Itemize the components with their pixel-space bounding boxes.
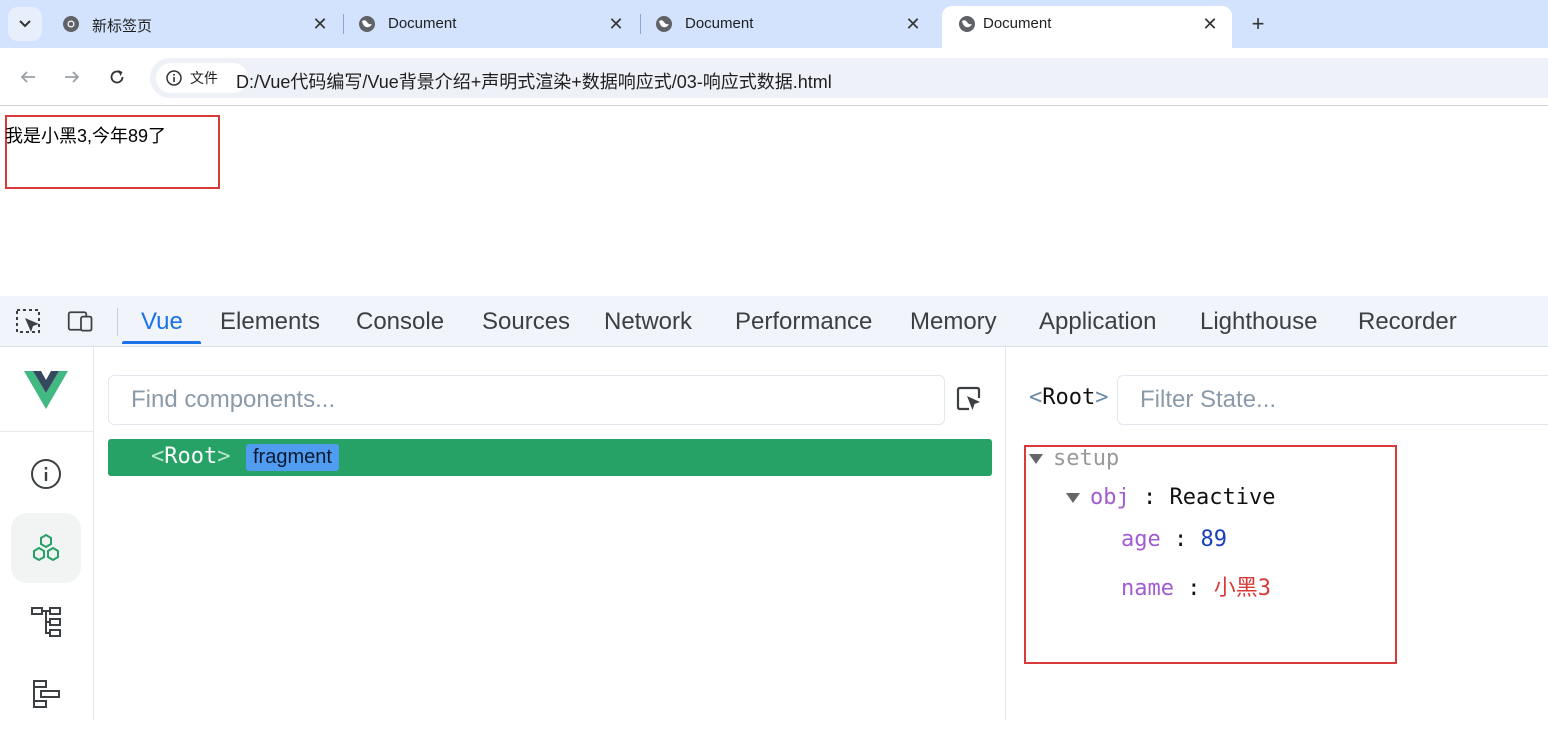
tab-search-button[interactable] <box>8 7 42 41</box>
back-button[interactable] <box>17 66 39 88</box>
state-section-setup[interactable]: setup <box>1029 446 1119 471</box>
inspect-element-icon[interactable] <box>15 308 43 334</box>
tab-performance[interactable]: Performance <box>735 308 872 336</box>
caret-down-icon <box>1029 454 1043 464</box>
sidebar-item-timeline[interactable] <box>11 659 81 729</box>
component-tree-row-root[interactable]: <Root> fragment <box>108 439 992 476</box>
tab-network[interactable]: Network <box>604 308 692 336</box>
close-icon[interactable]: ✕ <box>606 14 626 34</box>
filter-state-input[interactable] <box>1117 375 1548 425</box>
close-icon[interactable]: ✕ <box>903 14 923 34</box>
new-tab-button[interactable]: + <box>1246 11 1270 36</box>
timeline-icon <box>33 680 60 708</box>
sidebar-item-tree[interactable] <box>11 587 81 657</box>
address-bar[interactable]: 文件 D:/Vue代码编写/Vue背景介绍+声明式渲染+数据响应式/03-响应式… <box>150 58 1548 98</box>
caret-down-icon <box>1066 493 1080 503</box>
tab-vue[interactable]: Vue <box>141 308 183 336</box>
devtools-tabbar: Vue Elements Console Sources Network Per… <box>0 296 1548 347</box>
divider <box>0 431 94 432</box>
browser-tab-3[interactable]: Document ✕ <box>639 6 935 42</box>
tab-strip: 新标签页 ✕ Document ✕ Document ✕ Document ✕ … <box>0 0 1548 48</box>
tree-icon <box>31 607 61 637</box>
state-inspector-pane: <Root> setup obj : Reactive age : 89 nam… <box>1007 347 1548 720</box>
close-icon[interactable]: ✕ <box>1200 14 1220 34</box>
browser-tab-2[interactable]: Document ✕ <box>342 6 638 42</box>
component-name: <Root> <box>151 444 231 469</box>
arrow-left-icon <box>20 71 35 83</box>
sidebar-item-components[interactable] <box>11 513 81 583</box>
app-text: 我是小黑3,今年89了 <box>5 126 167 146</box>
close-icon[interactable]: ✕ <box>310 14 330 34</box>
url-text[interactable]: D:/Vue代码编写/Vue背景介绍+声明式渲染+数据响应式/03-响应式数据.… <box>236 68 832 94</box>
forward-button[interactable] <box>61 66 83 88</box>
chrome-icon <box>63 16 79 32</box>
reload-button[interactable] <box>106 66 128 88</box>
tab-console[interactable]: Console <box>356 308 444 336</box>
tab-title: Document <box>388 15 457 32</box>
state-row-obj[interactable]: obj : Reactive <box>1066 485 1275 510</box>
tab-application[interactable]: Application <box>1039 308 1156 336</box>
fragment-badge: fragment <box>246 444 339 471</box>
chevron-down-icon <box>19 20 31 28</box>
active-tab-underline <box>122 341 201 344</box>
tab-recorder[interactable]: Recorder <box>1358 308 1457 336</box>
arrow-right-icon <box>65 71 80 83</box>
tab-title: 新标签页 <box>92 18 153 35</box>
sidebar-item-overview[interactable] <box>11 439 81 509</box>
select-component-icon[interactable] <box>955 385 983 413</box>
device-toolbar-icon[interactable] <box>67 308 95 334</box>
tab-title: Document <box>685 15 754 32</box>
info-icon <box>31 459 61 489</box>
state-row-name[interactable]: name : 小黑3 <box>1121 570 1271 602</box>
component-tree-pane: <Root> fragment <box>94 347 1006 720</box>
find-components-input[interactable] <box>108 375 945 425</box>
state-row-age[interactable]: age : 89 <box>1121 527 1227 552</box>
site-info-chip[interactable]: 文件 <box>156 63 248 93</box>
components-icon <box>33 533 59 562</box>
browser-tab-active[interactable]: Document ✕ <box>942 6 1232 48</box>
tab-lighthouse[interactable]: Lighthouse <box>1200 308 1317 336</box>
globe-icon <box>656 16 672 32</box>
tab-title: Document <box>983 15 1052 32</box>
globe-icon <box>959 16 975 32</box>
browser-toolbar: 文件 D:/Vue代码编写/Vue背景介绍+声明式渲染+数据响应式/03-响应式… <box>0 48 1548 106</box>
state-highlight-box <box>1024 445 1397 664</box>
tab-memory[interactable]: Memory <box>910 308 997 336</box>
divider <box>117 308 118 336</box>
chip-label: 文件 <box>190 70 218 86</box>
selected-component-name: <Root> <box>1029 385 1109 410</box>
globe-icon <box>359 16 375 32</box>
reload-icon <box>110 70 124 84</box>
tab-sources[interactable]: Sources <box>482 308 570 336</box>
tab-elements[interactable]: Elements <box>220 308 320 336</box>
vue-devtools-sidebar <box>0 347 94 720</box>
browser-tab-1[interactable]: 新标签页 ✕ <box>46 6 342 42</box>
page-viewport: 我是小黑3,今年89了 <box>0 107 1548 295</box>
vue-logo-icon <box>24 371 68 409</box>
info-icon <box>166 70 182 86</box>
